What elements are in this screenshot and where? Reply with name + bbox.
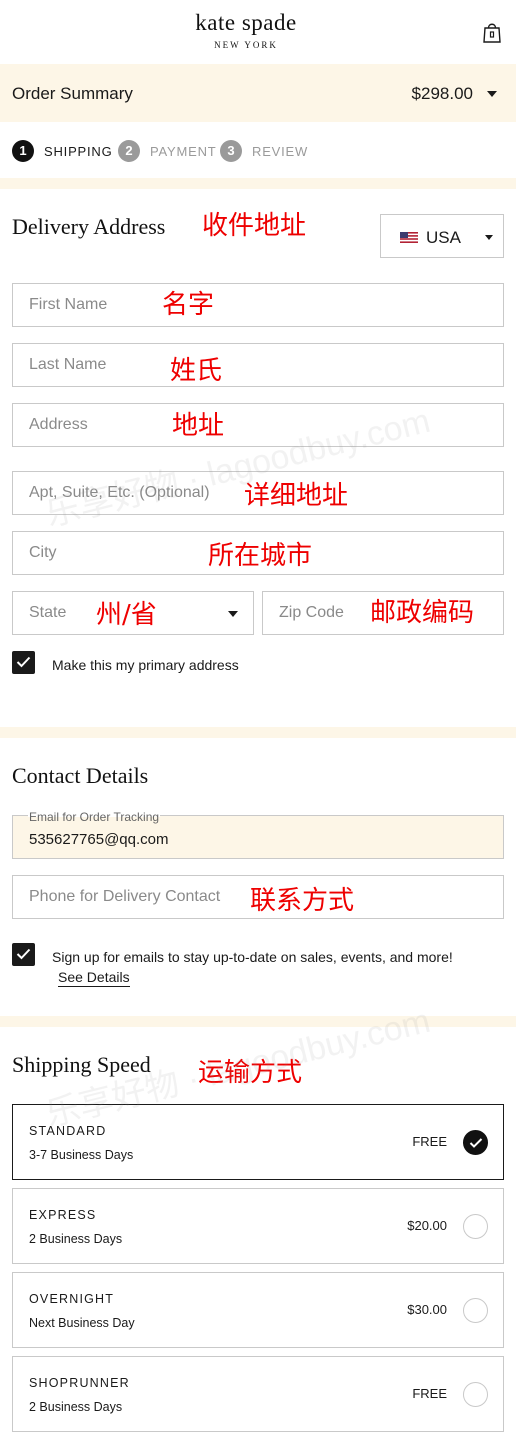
first-name-placeholder: First Name	[29, 296, 108, 313]
order-summary-total: $298.00	[411, 84, 473, 103]
email-signup-label: Sign up for emails to stay up-to-date on…	[52, 949, 453, 965]
shipping-option-name: SHOPRUNNER	[29, 1376, 130, 1390]
phone-placeholder: Phone for Delivery Contact	[29, 888, 221, 905]
shipping-option-price: FREE	[412, 1386, 447, 1401]
step-number: 2	[118, 140, 140, 162]
shipping-option-overnight[interactable]: OVERNIGHT Next Business Day $30.00	[12, 1272, 504, 1348]
order-summary-title: Order Summary	[12, 84, 133, 103]
chevron-down-icon	[228, 611, 238, 617]
shipping-option-price: $30.00	[407, 1302, 447, 1317]
shipping-option-price: $20.00	[407, 1218, 447, 1233]
section-divider	[0, 178, 516, 189]
brand-logo-subtitle: NEW YORK	[214, 40, 278, 50]
shipping-option-express[interactable]: EXPRESS 2 Business Days $20.00	[12, 1188, 504, 1264]
annotation-last-name: 姓氏	[170, 356, 223, 386]
chevron-down-icon[interactable]	[487, 91, 497, 97]
annotation-delivery-address: 收件地址	[202, 211, 307, 241]
shipping-option-price: FREE	[412, 1134, 447, 1149]
shipping-option-days: 2 Business Days	[29, 1232, 123, 1246]
zip-code-placeholder: Zip Code	[279, 604, 344, 621]
email-field-label: Email for Order Tracking	[28, 810, 161, 824]
checkmark-icon	[16, 948, 31, 960]
last-name-field[interactable]: Last Name	[12, 343, 504, 387]
step-label: SHIPPING	[44, 144, 113, 159]
annotation-phone: 联系方式	[250, 886, 355, 916]
check-circle-icon[interactable]	[463, 1130, 488, 1155]
step-number: 3	[220, 140, 242, 162]
step-label: PAYMENT	[150, 144, 217, 159]
email-signup-checkbox[interactable]	[12, 943, 35, 966]
order-summary-bar[interactable]: Order Summary $298.00	[0, 64, 516, 122]
country-value: USA	[426, 228, 461, 247]
shipping-option-name: EXPRESS	[29, 1208, 97, 1222]
radio-circle-icon[interactable]	[463, 1214, 488, 1239]
delivery-address-title: Delivery Address	[12, 214, 166, 239]
email-field[interactable]: Email for Order Tracking 535627765@qq.co…	[12, 810, 504, 859]
email-value: 535627765@qq.com	[29, 831, 169, 848]
address-placeholder: Address	[29, 416, 88, 433]
radio-circle-icon[interactable]	[463, 1382, 488, 1407]
checkmark-icon	[16, 656, 31, 668]
annotation-state: 州/省	[96, 600, 157, 630]
first-name-field[interactable]: First Name	[12, 283, 504, 327]
contact-details-title: Contact Details	[12, 763, 149, 788]
shipping-option-days: Next Business Day	[29, 1316, 135, 1330]
annotation-zip-code: 邮政编码	[370, 598, 475, 628]
city-placeholder: City	[29, 544, 57, 561]
shipping-option-name: OVERNIGHT	[29, 1292, 115, 1306]
annotation-first-name: 名字	[162, 290, 215, 320]
section-divider	[0, 1016, 516, 1027]
shipping-option-days: 3-7 Business Days	[29, 1148, 134, 1162]
primary-address-checkbox[interactable]	[12, 651, 35, 674]
state-placeholder: State	[29, 604, 67, 621]
chevron-down-icon	[485, 235, 493, 240]
annotation-city: 所在城市	[208, 541, 313, 571]
us-flag-icon	[400, 232, 418, 243]
annotation-address: 地址	[172, 411, 225, 441]
section-divider	[0, 727, 516, 738]
see-details-link[interactable]: See Details	[58, 969, 130, 987]
radio-circle-icon[interactable]	[463, 1298, 488, 1323]
step-number: 1	[12, 140, 34, 162]
shipping-option-shoprunner[interactable]: SHOPRUNNER 2 Business Days FREE	[12, 1356, 504, 1432]
primary-address-label: Make this my primary address	[52, 657, 239, 673]
brand-logo[interactable]: kate spade	[0, 10, 492, 36]
shipping-option-days: 2 Business Days	[29, 1400, 123, 1414]
last-name-placeholder: Last Name	[29, 356, 107, 373]
shopping-bag-icon[interactable]	[482, 20, 502, 44]
site-header: kate spade NEW YORK	[0, 0, 516, 64]
step-label: REVIEW	[252, 144, 309, 159]
country-select[interactable]: USA	[380, 214, 504, 258]
